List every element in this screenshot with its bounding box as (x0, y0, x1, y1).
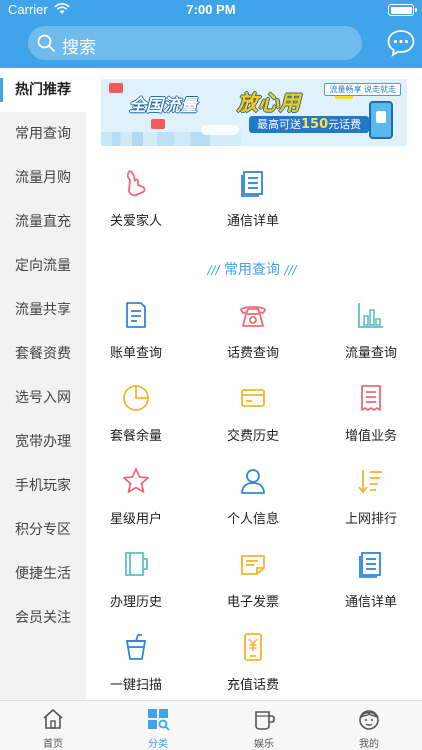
search-bar[interactable]: 搜索 (28, 26, 362, 60)
banner-title-highlight: 放心用 (237, 91, 300, 115)
hand-heart-icon (126, 170, 146, 197)
invoice-icon (241, 555, 265, 575)
section-title-text: 常用查询 (224, 262, 280, 278)
ranking-icon (358, 470, 382, 494)
tab-label: 娱乐 (254, 739, 274, 750)
search-placeholder: 搜索 (62, 38, 96, 58)
book-icon (125, 552, 148, 576)
grid-item-call-detail[interactable]: 通信详单 (193, 168, 313, 238)
sidebar-item-monthly-data[interactable]: 流量月购 (0, 156, 86, 200)
grid-item-payment-history[interactable]: 交费历史 (193, 383, 313, 453)
grid-label: 星级用户 (109, 512, 162, 527)
sidebar-item-data-share[interactable]: 流量共享 (0, 288, 86, 332)
grid-item-value-added[interactable]: 增值业务 (311, 383, 422, 453)
document-list-icon (359, 552, 381, 578)
header: Carrier 7:00 PM 搜索 (0, 0, 422, 68)
sidebar-item-targeted-data[interactable]: 定向流量 (0, 244, 86, 288)
grid-label: 流量查询 (344, 346, 397, 361)
banner-promo: 最高可送150元话费 (249, 116, 370, 133)
category-sidebar: 热门推荐 常用查询 流量月购 流量直充 定向流量 流量共享 套餐资费 选号入网 … (0, 68, 86, 700)
grid-label: 套餐余量 (109, 429, 162, 444)
grid-item-e-invoice[interactable]: 电子发票 (193, 549, 313, 619)
mug-icon (255, 711, 275, 730)
tab-label: 分类 (148, 739, 168, 750)
tab-bar: 首页 分类 娱乐 我的 (0, 700, 422, 750)
document-list-icon (241, 171, 263, 197)
grid-label: 话费查询 (226, 346, 279, 361)
section-mark: /// (284, 263, 297, 277)
grid-label: 上网排行 (344, 512, 397, 527)
tab-entertainment[interactable]: 娱乐 (211, 701, 317, 750)
grid-label: 一键扫描 (109, 678, 162, 693)
tab-label: 我的 (359, 739, 379, 750)
category-icon (148, 709, 170, 731)
promo-banner[interactable]: 全国流量 放心用 最高可送150元话费 流量畅享 说走就走 (101, 79, 407, 146)
tab-home[interactable]: 首页 (0, 701, 106, 750)
grid-item-personal-info[interactable]: 个人信息 (193, 466, 313, 536)
tab-label: 首页 (43, 739, 63, 750)
red-envelope-icon (151, 119, 165, 129)
grid-label: 通信详单 (226, 214, 279, 229)
clock: 7:00 PM (186, 2, 236, 17)
card-icon (241, 389, 265, 407)
person-icon (241, 469, 265, 494)
grid-label: 账单查询 (109, 346, 162, 361)
promo-suffix: 元话费 (328, 118, 362, 131)
grid-label: 个人信息 (226, 512, 279, 527)
cup-icon (126, 634, 146, 660)
grid-item-fee-query[interactable]: 话费查询 (193, 300, 313, 370)
face-icon (359, 710, 379, 730)
bar-chart-icon (358, 303, 383, 328)
grid-item-family-care[interactable]: 关爱家人 (76, 168, 196, 238)
sidebar-item-life[interactable]: 便捷生活 (0, 552, 86, 596)
grid-item-bill-query[interactable]: 账单查询 (76, 300, 196, 370)
banner-title: 全国流量 (129, 96, 197, 116)
promo-prefix: 最高可送 (257, 118, 301, 131)
telephone-icon (240, 306, 266, 327)
home-icon (43, 709, 63, 729)
receipt-icon (361, 385, 381, 411)
sidebar-item-common-query[interactable]: 常用查询 (0, 112, 86, 156)
sidebar-item-points[interactable]: 积分专区 (0, 508, 86, 552)
promo-amount: 150 (301, 117, 329, 132)
grid-label: 通信详单 (344, 595, 397, 610)
battery-icon (388, 4, 417, 16)
grid-label: 增值业务 (344, 429, 397, 444)
sidebar-item-hot[interactable]: 热门推荐 (0, 68, 86, 112)
star-icon (123, 468, 149, 493)
tab-mine[interactable]: 我的 (316, 701, 422, 750)
grid-item-plan-balance[interactable]: 套餐余量 (76, 383, 196, 453)
sidebar-item-number-select[interactable]: 选号入网 (0, 376, 86, 420)
grid-item-call-detail-2[interactable]: 通信详单 (311, 549, 422, 619)
grid-label: 充值话费 (226, 678, 279, 693)
sidebar-item-data-recharge[interactable]: 流量直充 (0, 200, 86, 244)
grid-label: 办理历史 (109, 595, 162, 610)
bill-icon (126, 302, 146, 328)
banner-tag: 流量畅享 说走就走 (324, 83, 401, 96)
grid-label: 交费历史 (226, 429, 279, 444)
section-mark: /// (207, 263, 220, 277)
grid-item-recharge-fee[interactable]: 充值话费 (193, 632, 313, 702)
phone-icon (369, 101, 393, 139)
grid-item-star-user[interactable]: 星级用户 (76, 466, 196, 536)
section-title: /// 常用查询 /// (200, 259, 304, 279)
grid-item-data-query[interactable]: 流量查询 (311, 300, 422, 370)
yuan-phone-icon (244, 633, 262, 661)
grid-item-web-ranking[interactable]: 上网排行 (311, 466, 422, 536)
grid-item-handling-history[interactable]: 办理历史 (76, 549, 196, 619)
sidebar-item-broadband[interactable]: 宽带办理 (0, 420, 86, 464)
sidebar-item-member[interactable]: 会员关注 (0, 596, 86, 640)
search-icon (37, 34, 55, 52)
red-envelope-icon (109, 83, 123, 93)
pie-chart-icon (123, 385, 149, 411)
message-icon[interactable] (386, 28, 416, 58)
sidebar-item-plan-tariff[interactable]: 套餐资费 (0, 332, 86, 376)
grid-label: 关爱家人 (109, 214, 162, 229)
grid-label: 电子发票 (226, 595, 279, 610)
tab-category[interactable]: 分类 (105, 701, 211, 750)
sidebar-item-phone-player[interactable]: 手机玩家 (0, 464, 86, 508)
airplane-icon (201, 125, 239, 135)
grid-item-one-key-scan[interactable]: 一键扫描 (76, 632, 196, 702)
status-bar: Carrier 7:00 PM (0, 0, 422, 20)
